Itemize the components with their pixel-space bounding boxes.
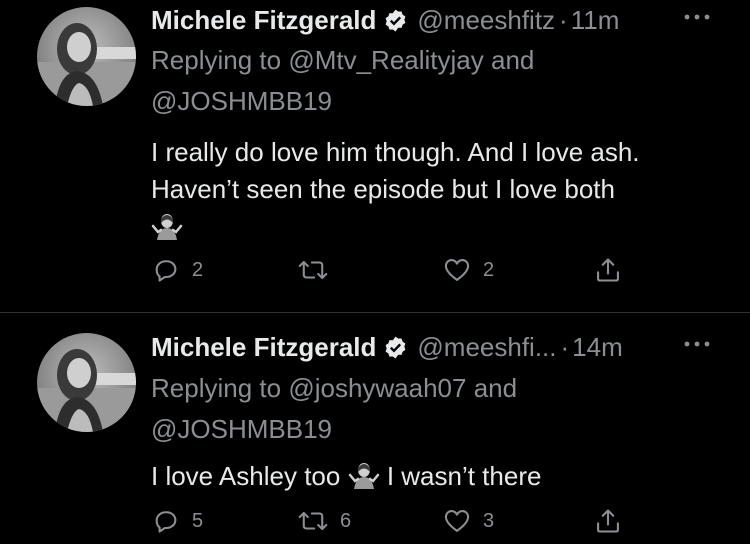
separator-dot: ·: [559, 5, 568, 35]
tweet-text: I really do love him though. And I love …: [151, 134, 731, 208]
replying-and: and: [491, 45, 535, 75]
tweet-card[interactable]: Michele Fitzgerald @meeshfi... · 14m Rep…: [0, 313, 750, 544]
tweet-text-line: Haven’t seen the episode but I love both: [151, 174, 615, 204]
tweet-actions: 5 6 3: [0, 507, 750, 543]
mention-link[interactable]: @Mtv_Realityjay: [288, 45, 483, 75]
reply-button[interactable]: 2: [152, 256, 203, 284]
reply-count: 2: [192, 258, 204, 281]
replying-and: and: [473, 373, 518, 403]
retweet-button[interactable]: 6: [298, 507, 351, 535]
mention-link[interactable]: @JOSHMBB19: [151, 414, 332, 444]
replying-to-second: @JOSHMBB19: [151, 412, 332, 446]
replying-to-second: @JOSHMBB19: [151, 84, 332, 118]
mention-link[interactable]: @joshywaah07: [288, 373, 466, 403]
replying-prefix: Replying to: [151, 373, 282, 403]
retweet-icon: [298, 260, 328, 280]
timestamp[interactable]: 11m: [571, 3, 620, 37]
tweet-feed: Michele Fitzgerald @meeshfitz · 11m Repl…: [0, 0, 750, 544]
display-name[interactable]: Michele Fitzgerald: [151, 3, 376, 37]
retweet-button[interactable]: [298, 256, 340, 284]
share-button[interactable]: [594, 256, 622, 284]
share-icon: [597, 509, 619, 533]
reply-icon: [155, 511, 177, 533]
tweet-text-line: I really do love him though. And I love …: [151, 137, 640, 167]
shrug-emoji: [348, 463, 379, 489]
avatar[interactable]: [37, 7, 136, 106]
more-dots-icon[interactable]: [679, 3, 715, 33]
tweet-text-part: I love Ashley too: [151, 461, 341, 491]
heart-icon: [444, 510, 470, 532]
retweet-count: 6: [340, 509, 352, 532]
retweet-icon: [298, 511, 328, 531]
avatar[interactable]: [37, 333, 136, 432]
tweet-actions: 2 2: [0, 256, 750, 292]
like-count: 2: [483, 258, 495, 281]
reply-button[interactable]: 5: [152, 507, 203, 535]
heart-icon: [444, 259, 470, 281]
verified-badge-icon: [385, 9, 406, 31]
replying-to: Replying to @joshywaah07 and: [151, 371, 517, 405]
like-button[interactable]: 3: [443, 507, 494, 535]
mention-link[interactable]: @JOSHMBB19: [151, 86, 332, 116]
replying-to: Replying to @Mtv_Realityjay and: [151, 43, 534, 77]
handle[interactable]: @meeshfitz: [417, 3, 555, 37]
more-dots-icon[interactable]: [679, 330, 715, 360]
verified-badge-icon: [385, 336, 406, 358]
tweet-text-part: I wasn’t there: [386, 461, 542, 491]
reply-count: 5: [192, 509, 204, 532]
display-name[interactable]: Michele Fitzgerald: [151, 330, 376, 364]
like-button[interactable]: 2: [443, 256, 494, 284]
tweet-text: I love Ashley too I wasn’t there: [151, 458, 731, 495]
like-count: 3: [483, 509, 495, 532]
timestamp[interactable]: 14m: [572, 330, 623, 364]
tweet-header: Michele Fitzgerald @meeshfi... · 14m: [151, 330, 750, 364]
share-icon: [597, 258, 619, 282]
shrug-emoji: [151, 214, 183, 240]
tweet-card[interactable]: Michele Fitzgerald @meeshfitz · 11m Repl…: [0, 0, 750, 312]
reply-icon: [155, 260, 177, 282]
separator-dot: ·: [560, 332, 570, 362]
tweet-header: Michele Fitzgerald @meeshfitz · 11m: [151, 3, 750, 37]
share-button[interactable]: [594, 507, 622, 535]
handle[interactable]: @meeshfi...: [417, 330, 556, 364]
replying-prefix: Replying to: [151, 45, 282, 75]
